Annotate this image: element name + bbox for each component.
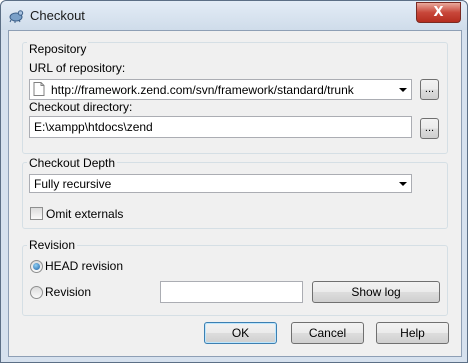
file-icon [33, 82, 45, 96]
browse-directory-button[interactable]: ... [420, 118, 439, 139]
show-log-button[interactable]: Show log [312, 281, 440, 303]
window-title: Checkout [30, 8, 85, 23]
radio-selected-dot [33, 263, 40, 270]
revision-group-label: Revision [27, 238, 78, 252]
omit-externals-checkbox[interactable] [30, 207, 43, 220]
omit-externals-label[interactable]: Omit externals [46, 207, 123, 221]
checkout-directory-value: E:\xampp\htdocs\zend [34, 120, 153, 134]
browse-directory-label: ... [424, 122, 435, 134]
close-button[interactable]: X [416, 2, 461, 23]
help-button[interactable]: Help [376, 322, 449, 344]
head-revision-label[interactable]: HEAD revision [45, 259, 123, 273]
checkout-depth-select[interactable]: Fully recursive [29, 174, 412, 193]
tortoisesvn-icon [9, 10, 24, 23]
chevron-down-icon [399, 182, 407, 186]
ok-button[interactable]: OK [204, 322, 277, 344]
checkout-depth-value: Fully recursive [34, 177, 112, 191]
revision-label[interactable]: Revision [45, 285, 91, 299]
ok-label: OK [231, 326, 250, 340]
head-revision-radio[interactable] [30, 260, 43, 273]
url-label: URL of repository: [29, 61, 126, 75]
browse-url-label: ... [424, 83, 435, 95]
repository-group-label: Repository [27, 42, 89, 56]
url-combobox[interactable]: http://framework.zend.com/svn/framework/… [29, 79, 412, 100]
close-icon: X [433, 5, 444, 20]
checkout-depth-group-label: Checkout Depth [27, 156, 118, 170]
browse-url-button[interactable]: ... [420, 79, 439, 100]
title-bar[interactable]: Checkout X [1, 1, 467, 30]
checkout-dialog: Checkout X Repository URL of repository:… [0, 0, 468, 363]
chevron-down-icon [399, 88, 407, 92]
cancel-button[interactable]: Cancel [291, 322, 364, 344]
show-log-label: Show log [351, 285, 401, 299]
cancel-label: Cancel [308, 326, 347, 340]
revision-radio[interactable] [30, 286, 43, 299]
checkout-directory-input[interactable]: E:\xampp\htdocs\zend [29, 116, 412, 138]
help-label: Help [400, 326, 425, 340]
revision-input[interactable] [160, 281, 303, 303]
checkout-directory-label: Checkout directory: [29, 100, 133, 114]
dialog-body: Repository URL of repository: http://fra… [8, 30, 462, 357]
url-value: http://framework.zend.com/svn/framework/… [51, 83, 354, 97]
